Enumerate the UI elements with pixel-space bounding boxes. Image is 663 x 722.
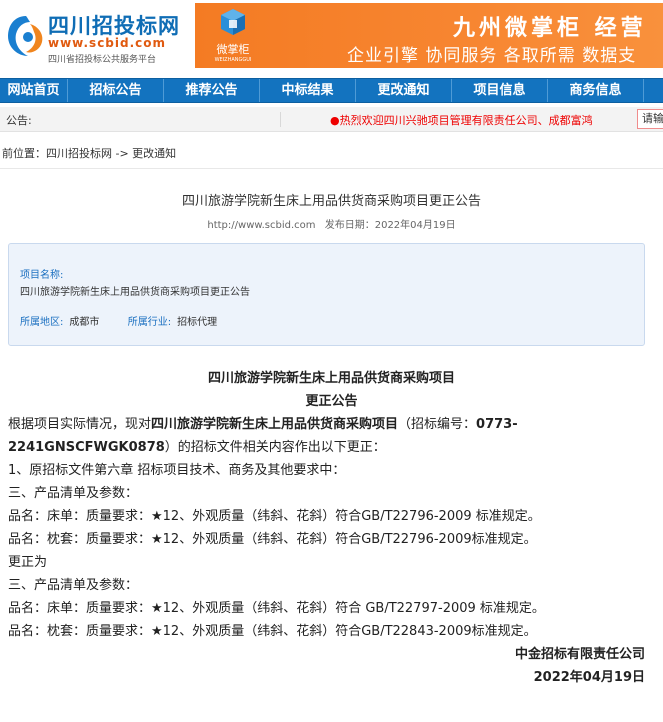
intro-code-label: （招标编号： xyxy=(398,417,477,432)
nav-item-home[interactable]: 网站首页 xyxy=(0,79,68,102)
signer: 中金招标有限责任公司 xyxy=(514,647,645,662)
notice-marquee[interactable]: ●热烈欢迎四川兴驰项目管理有限责任公司、成都富鸿 xyxy=(330,112,624,128)
intro-text: 根据项目实际情况，现对 xyxy=(8,417,152,432)
site-logo[interactable]: 四川招投标网 www.scbid.com 四川省招投标公共服务平台 xyxy=(4,8,184,65)
logo-subtitle: 四川省招投标公共服务平台 xyxy=(48,55,157,65)
notice-divider xyxy=(280,112,281,127)
cube-icon xyxy=(221,9,245,35)
intro-code-part2: 2241GNSCFWGK0878 xyxy=(8,440,165,455)
content-line: 1、原招标文件第六章 招标项目技术、商务及其他要求中： xyxy=(8,463,346,478)
divider xyxy=(0,168,663,169)
breadcrumb[interactable]: 前位置：四川招投标网 -> 更改通知 xyxy=(2,145,176,161)
content-subheading: 更正公告 xyxy=(305,394,358,409)
content-line: 品名：床单：质量要求：★12、外观质量（纬斜、花斜）符合 GB/T22797-2… xyxy=(8,601,545,616)
industry-label: 所属行业: xyxy=(127,317,172,328)
region-label: 所属地区: xyxy=(20,317,64,328)
content-line: 品名：枕套：质量要求：★12、外观质量（纬斜、花斜）符合GB/T22796-20… xyxy=(8,532,537,547)
search-input[interactable]: 请输 xyxy=(637,109,663,129)
content-heading: 四川旅游学院新生床上用品供货商采购项目 xyxy=(207,371,455,386)
content-intro-line2: 2241GNSCFWGK0878）的招标文件相关内容作出以下更正： xyxy=(8,436,386,455)
nav-item-change-notice[interactable]: 更改通知 xyxy=(356,79,452,102)
notice-bar: 公告: ●热烈欢迎四川兴驰项目管理有限责任公司、成都富鸿 请输 xyxy=(0,107,663,132)
main-nav: 网站首页 招标公告 推荐公告 中标结果 更改通知 项目信息 商务信息 xyxy=(0,78,663,103)
logo-url: www.scbid.com xyxy=(48,36,167,50)
content-line: 品名：枕套：质量要求：★12、外观质量（纬斜、花斜）符合GB/T22843-20… xyxy=(8,624,537,639)
content-intro-line1: 根据项目实际情况，现对四川旅游学院新生床上用品供货商采购项目（招标编号：0773… xyxy=(8,413,518,432)
nav-item-tender-notice[interactable]: 招标公告 xyxy=(68,79,164,102)
content-line: 更正为 xyxy=(8,555,48,570)
ad-banner[interactable]: 微掌柜 WEIZHANGGUI 九州微掌柜 经营 企业引擎 协同服务 各取所需 … xyxy=(195,3,663,68)
banner-brand-name: 微掌柜 xyxy=(216,43,250,56)
region-value: 成都市 xyxy=(69,317,100,328)
nav-item-award-results[interactable]: 中标结果 xyxy=(260,79,356,102)
banner-brand: 微掌柜 WEIZHANGGUI xyxy=(203,7,263,65)
banner-slogan: 企业引擎 协同服务 各取所需 数据支 xyxy=(347,46,637,66)
page-title: 四川旅游学院新生床上用品供货商采购项目更正公告 xyxy=(181,194,481,209)
banner-brand-en: WEIZHANGGUI xyxy=(214,57,252,63)
nav-item-recommended[interactable]: 推荐公告 xyxy=(164,79,260,102)
intro-project-name: 四川旅游学院新生床上用品供货商采购项目 xyxy=(151,417,399,432)
intro-tail: ）的招标文件相关内容作出以下更正： xyxy=(164,440,386,455)
project-name-value: 四川旅游学院新生床上用品供货商采购项目更正公告 xyxy=(20,287,250,298)
sign-date: 2022年04月19日 xyxy=(533,670,645,685)
industry-value: 招标代理 xyxy=(177,317,218,328)
project-meta-row: 所属地区: 成都市 所属行业: 招标代理 xyxy=(20,313,217,328)
article-source[interactable]: http://www.scbid.com xyxy=(207,220,315,231)
content-line: 品名：床单：质量要求：★12、外观质量（纬斜、花斜）符合GB/T22796-20… xyxy=(8,509,541,524)
nav-item-project-info[interactable]: 项目信息 xyxy=(452,79,548,102)
logo-mark-icon xyxy=(8,16,43,56)
project-info-box: 项目名称: 四川旅游学院新生床上用品供货商采购项目更正公告 所属地区: 成都市 所… xyxy=(8,243,645,346)
nav-item-business-info[interactable]: 商务信息 xyxy=(548,79,644,102)
site-header: 四川招投标网 www.scbid.com 四川省招投标公共服务平台 微掌柜 WE… xyxy=(0,0,663,78)
banner-title: 九州微掌柜 经营 xyxy=(453,15,647,41)
notice-label: 公告: xyxy=(6,114,32,127)
project-name-label: 项目名称: xyxy=(20,270,64,281)
article-date: 发布日期：2022年04月19日 xyxy=(324,220,456,231)
intro-code-part1: 0773- xyxy=(476,417,518,432)
article-meta: http://www.scbid.com 发布日期：2022年04月19日 xyxy=(0,216,663,231)
content-line: 三、产品清单及参数： xyxy=(8,578,139,593)
content-line: 三、产品清单及参数： xyxy=(8,486,139,501)
